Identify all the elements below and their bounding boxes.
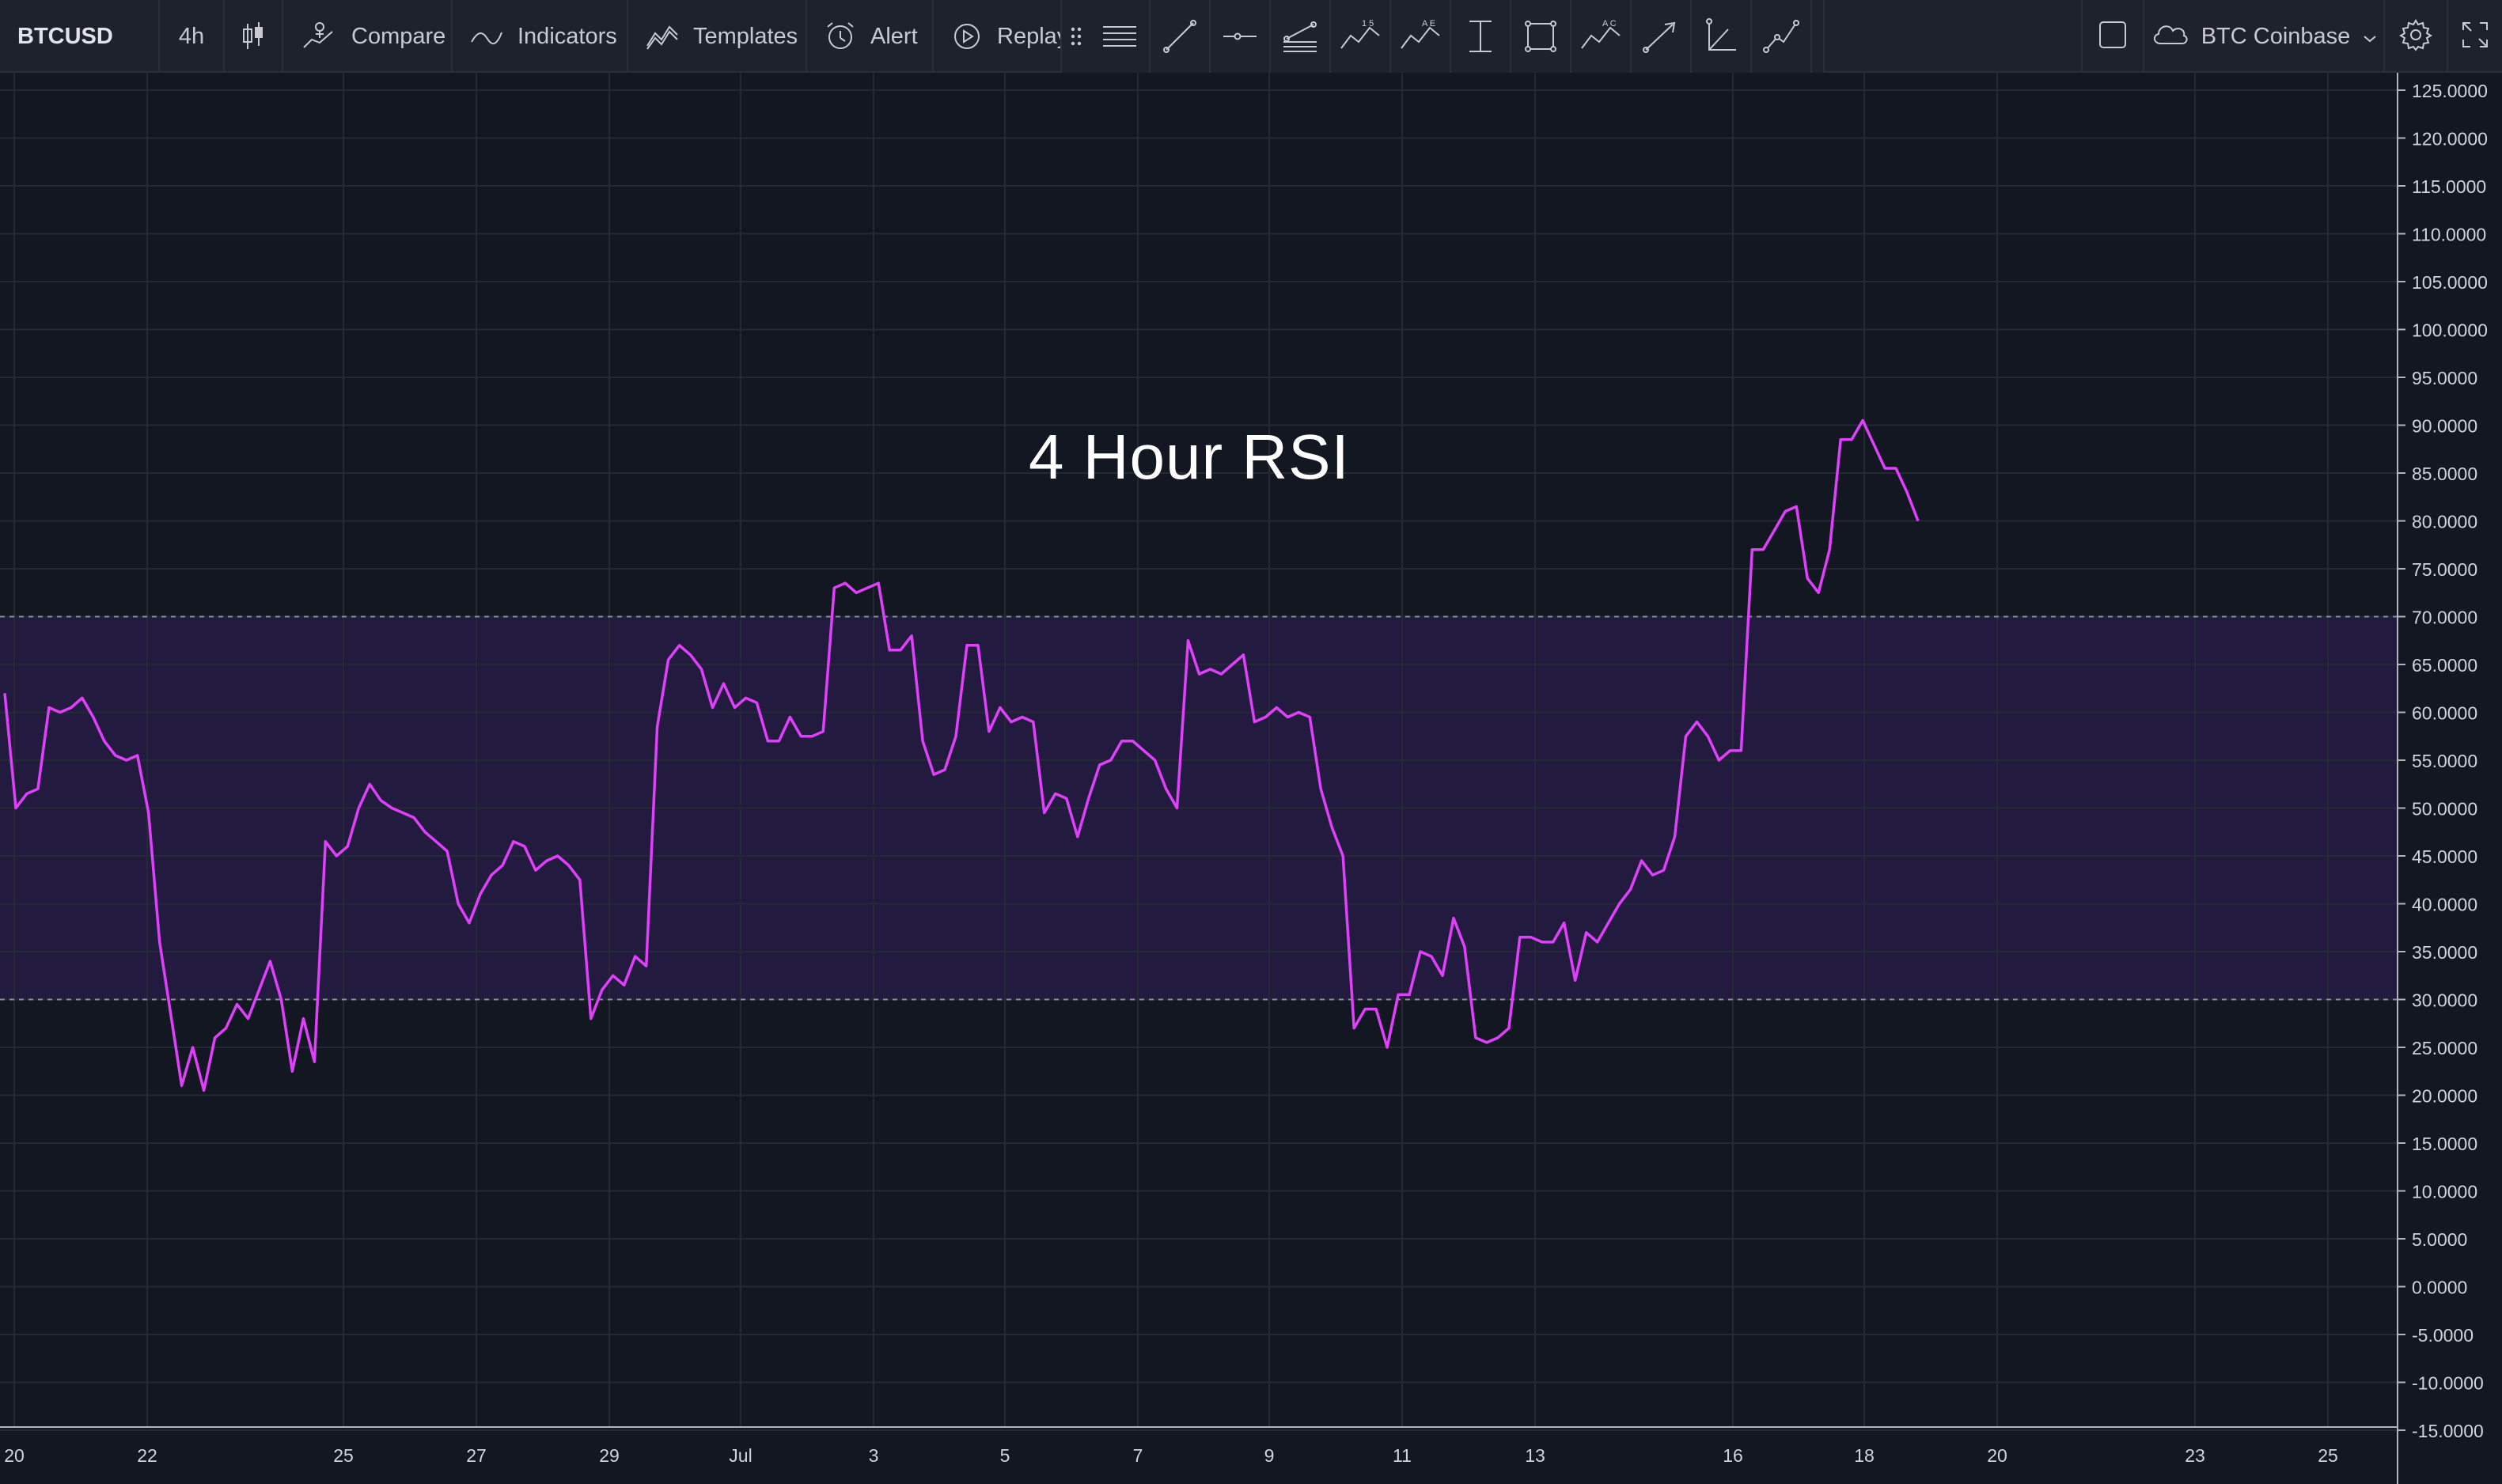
drag-handle-icon[interactable] (1062, 0, 1090, 73)
y-tick-label: 10.0000 (2412, 1182, 2477, 1202)
replay-button[interactable]: Replay (934, 0, 1068, 73)
time-axis[interactable] (0, 1429, 2502, 1484)
y-tick-label: 110.0000 (2412, 225, 2486, 245)
fullscreen-button[interactable] (2447, 0, 2502, 73)
svg-text:A C: A C (1602, 19, 1617, 28)
replay-icon (951, 21, 983, 52)
compare-label: Compare (351, 23, 446, 49)
compare-icon (301, 22, 337, 51)
y-tick-label: 125.0000 (2412, 81, 2488, 101)
y-tick-label: 70.0000 (2412, 608, 2477, 628)
candles-icon (241, 21, 265, 52)
gear-icon (2399, 18, 2432, 55)
chart-pane[interactable]: 125.0000 120.0000 115.0000 110.0000 105.0000… (0, 73, 2502, 1484)
symbol-search-button[interactable]: BTCUSD (0, 0, 160, 73)
rectangle-icon[interactable] (1511, 0, 1571, 73)
y-tick-label: 80.0000 (2412, 512, 2477, 532)
y-tick-label: 45.0000 (2412, 846, 2477, 867)
y-tick-label: 105.0000 (2412, 272, 2488, 293)
y-tick-label: 20.0000 (2412, 1086, 2477, 1107)
horizontal-lines-icon[interactable] (1090, 0, 1151, 73)
y-tick-label: 5.0000 (2412, 1229, 2467, 1250)
alert-button[interactable]: Alert (807, 0, 934, 73)
alarm-clock-icon (825, 21, 856, 52)
y-tick-label: 75.0000 (2412, 559, 2477, 580)
y-tick-label: 85.0000 (2412, 464, 2477, 484)
arrow-icon[interactable] (1632, 0, 1692, 73)
y-tick-label: 100.0000 (2412, 320, 2488, 341)
pattern-ae-icon[interactable]: A E (1391, 0, 1451, 73)
y-tick-label: -5.0000 (2412, 1325, 2474, 1346)
compare-button[interactable]: Compare (283, 0, 453, 73)
y-tick-label: 90.0000 (2412, 416, 2477, 437)
y-tick-label: 115.0000 (2412, 176, 2486, 197)
chevron-down-icon (2363, 24, 2377, 50)
square-icon (2098, 20, 2128, 54)
pattern-ac-icon[interactable]: A C (1571, 0, 1632, 73)
symbol-label: BTCUSD (17, 23, 113, 49)
settings-button[interactable] (2383, 0, 2447, 73)
alert-label: Alert (870, 23, 918, 49)
y-tick-label: 50.0000 (2412, 799, 2477, 820)
templates-icon (646, 22, 679, 51)
indicators-label: Indicators (517, 23, 617, 49)
parallel-channel-icon[interactable] (1271, 0, 1331, 73)
interval-label: 4h (178, 23, 205, 49)
templates-label: Templates (693, 23, 798, 49)
interval-button[interactable]: 4h (160, 0, 225, 73)
exchange-button[interactable]: BTC Coinbase (2143, 0, 2383, 73)
chart-style-button[interactable] (225, 0, 283, 73)
y-tick-label: 30.0000 (2412, 990, 2477, 1011)
pattern-15-icon[interactable]: 1 5 (1331, 0, 1391, 73)
indicators-button[interactable]: Indicators (453, 0, 628, 73)
expand-icon (2461, 21, 2489, 53)
rsi-chart[interactable]: 125.0000 120.0000 115.0000 110.0000 105.0000… (0, 73, 2502, 1484)
y-tick-label: -10.0000 (2412, 1373, 2484, 1394)
y-tick-label: 120.0000 (2412, 129, 2488, 150)
drawing-toolbar: 1 5 A E A C (1060, 0, 1825, 73)
cloud-icon (2151, 20, 2189, 53)
y-tick-label: 0.0000 (2412, 1278, 2467, 1298)
angle-icon[interactable] (1692, 0, 1752, 73)
svg-text:A E: A E (1422, 19, 1435, 28)
y-tick-label: 25.0000 (2412, 1038, 2477, 1058)
y-tick-label: 15.0000 (2412, 1134, 2477, 1154)
y-tick-label: 55.0000 (2412, 751, 2477, 771)
replay-label: Replay (997, 23, 1069, 49)
y-tick-label: 35.0000 (2412, 942, 2477, 963)
price-range-icon[interactable] (1451, 0, 1511, 73)
trend-line-icon[interactable] (1151, 0, 1211, 73)
templates-button[interactable]: Templates (628, 0, 807, 73)
layout-button[interactable] (2081, 0, 2143, 73)
y-tick-label: 40.0000 (2412, 895, 2477, 915)
horizontal-ray-icon[interactable] (1211, 0, 1271, 73)
indicators-icon (470, 25, 503, 48)
y-tick-label: 65.0000 (2412, 655, 2477, 676)
exchange-label: BTC Coinbase (2201, 23, 2351, 49)
top-toolbar: BTCUSD 4h Compare Indicators Templates A… (0, 0, 2502, 73)
svg-text:1 5: 1 5 (1362, 19, 1374, 28)
right-toolbar: BTC Coinbase (2081, 0, 2502, 73)
y-tick-label: 60.0000 (2412, 703, 2477, 724)
chart-title: 4 Hour RSI (1029, 422, 1350, 492)
y-tick-label: 95.0000 (2412, 368, 2477, 388)
path-icon[interactable] (1752, 0, 1812, 73)
